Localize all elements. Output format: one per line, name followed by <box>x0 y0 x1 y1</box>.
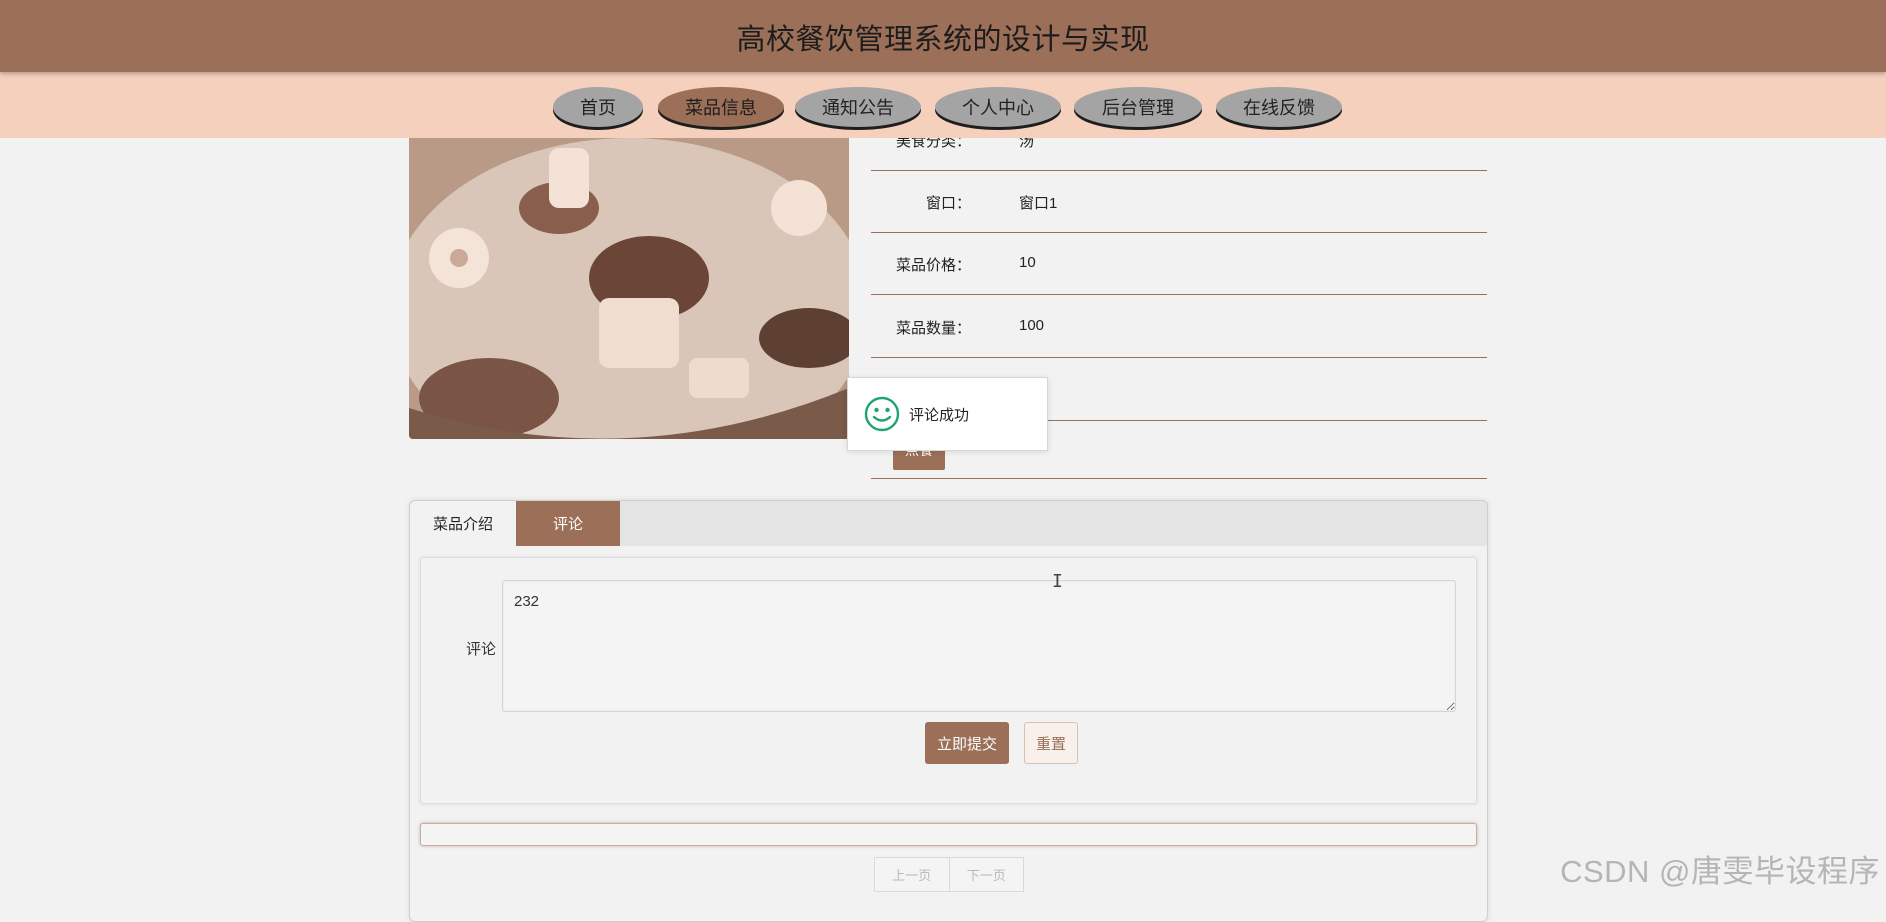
tab-dish-intro[interactable]: 菜品介绍 <box>410 501 516 546</box>
tab-comments[interactable]: 评论 <box>516 501 620 546</box>
smile-icon <box>864 396 900 432</box>
info-value: 100 <box>1019 317 1045 334</box>
submit-button[interactable]: 立即提交 <box>925 722 1009 764</box>
info-value: 10 <box>1019 254 1036 271</box>
comment-list <box>420 823 1477 846</box>
nav-item-dishes[interactable]: 菜品信息 <box>658 87 784 127</box>
site-header: 高校餐饮管理系统的设计与实现 <box>0 0 1886 72</box>
nav-item-admin[interactable]: 后台管理 <box>1074 87 1202 127</box>
comment-form: 评论 232 立即提交 重置 <box>420 557 1477 804</box>
prev-page-button[interactable]: 上一页 <box>875 858 950 891</box>
nav-item-home[interactable]: 首页 <box>553 87 643 127</box>
info-row-quantity: 菜品数量： 100 <box>871 295 1487 358</box>
comment-textarea[interactable]: 232 <box>502 580 1456 712</box>
watermark: CSDN @唐雯毕设程序 <box>1560 854 1880 889</box>
comment-label: 评论 <box>466 641 497 658</box>
pagination: 上一页 下一页 <box>874 857 1024 892</box>
nav-item-notices[interactable]: 通知公告 <box>795 87 921 127</box>
info-label: 菜品价格： <box>895 257 971 274</box>
reset-button[interactable]: 重置 <box>1024 722 1078 764</box>
nav-item-feedback[interactable]: 在线反馈 <box>1216 87 1342 127</box>
tab-strip: 菜品介绍 评论 <box>410 501 1487 546</box>
nav-bar: 首页 菜品信息 通知公告 个人中心 后台管理 在线反馈 <box>0 72 1886 138</box>
text-cursor-icon: I <box>1052 571 1063 592</box>
page-title: 高校餐饮管理系统的设计与实现 <box>736 24 1150 56</box>
info-label: 菜品数量： <box>895 320 971 337</box>
info-row-price: 菜品价格： 10 <box>871 232 1487 295</box>
toast-message: 评论成功 <box>909 407 970 424</box>
next-page-button[interactable]: 下一页 <box>950 858 1024 891</box>
nav-item-profile[interactable]: 个人中心 <box>935 87 1061 127</box>
info-label: 窗口： <box>925 195 971 212</box>
dish-image <box>409 138 849 439</box>
info-row-window: 窗口： 窗口1 <box>871 170 1487 233</box>
info-value: 窗口1 <box>1019 195 1058 212</box>
success-toast: 评论成功 <box>847 377 1048 451</box>
tab-panel: 菜品介绍 评论 评论 232 立即提交 重置 上一页 下一页 <box>409 500 1488 922</box>
